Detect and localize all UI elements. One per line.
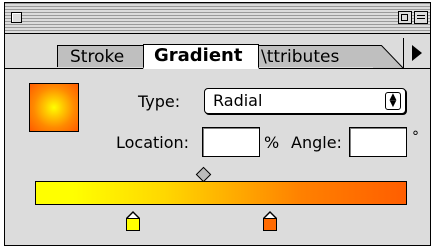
tab-stroke[interactable]: Stroke [57, 45, 151, 67]
close-box-icon[interactable] [11, 12, 22, 23]
type-select[interactable]: Radial ▲ ▼ [204, 88, 406, 114]
angle-label: Angle: [291, 133, 342, 152]
collapse-box-icon[interactable] [414, 11, 428, 24]
angle-field[interactable] [349, 127, 407, 157]
palette-menu-button[interactable] [403, 38, 430, 68]
stop-color-box [126, 218, 140, 231]
gradient-ramp[interactable] [35, 181, 407, 205]
gradient-stop-start[interactable] [126, 211, 140, 231]
gradient-stop-end[interactable] [263, 211, 277, 231]
tab-attributes[interactable]: \ttributes [255, 45, 375, 67]
triangle-right-icon [412, 45, 422, 61]
gradient-fill-swatch[interactable] [29, 83, 79, 132]
type-select-value: Radial [213, 91, 263, 110]
stop-color-box [263, 218, 277, 231]
percent-symbol: % [264, 133, 280, 152]
gradient-palette: Stroke Gradient \ttributes Type: Radial … [4, 2, 431, 246]
gradient-panel: Type: Radial ▲ ▼ Location: % Angle: ° [5, 69, 430, 245]
tab-bar: Stroke Gradient \ttributes [5, 34, 430, 70]
tab-gradient[interactable]: Gradient [143, 44, 259, 69]
location-field[interactable] [202, 127, 260, 157]
stop-pointer-icon [263, 211, 277, 218]
stop-pointer-icon [126, 211, 140, 218]
degree-symbol: ° [412, 129, 419, 145]
location-label: Location: [116, 133, 190, 152]
up-down-arrows-icon: ▲ ▼ [385, 92, 401, 110]
zoom-box-icon[interactable] [398, 11, 412, 24]
type-label: Type: [138, 92, 181, 111]
diamond-icon[interactable] [195, 166, 212, 183]
tab-edge [373, 45, 403, 68]
title-bar[interactable] [5, 3, 430, 34]
